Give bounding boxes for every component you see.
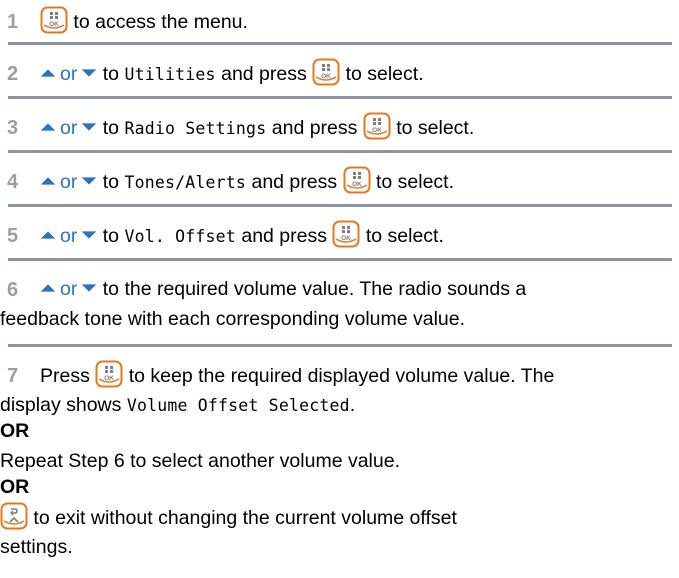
to-text: to (102, 63, 120, 85)
up-arrow-icon (40, 68, 56, 78)
display-shows-text: display shows (0, 394, 122, 416)
down-arrow-icon (81, 283, 97, 293)
step-1: 1 to access the menu. (0, 6, 679, 36)
step-text: to keep the required displayed volume va… (128, 365, 555, 387)
divider (8, 204, 672, 207)
step-number: 5 (7, 225, 19, 247)
divider (8, 96, 672, 99)
step-number: 6 (7, 279, 19, 301)
and-press-text: and press (221, 63, 307, 85)
down-arrow-icon (81, 122, 97, 132)
to-text: to (102, 117, 120, 139)
ok-button-icon (312, 58, 340, 86)
or-text: or (60, 63, 78, 85)
step-number: 1 (7, 11, 19, 33)
and-press-text: and press (241, 225, 327, 247)
step-2: 2 or to Utilities and press to select. (0, 58, 679, 88)
step-7: 7 Press to keep the required displayed v… (0, 360, 679, 575)
select-text: to select. (375, 171, 455, 193)
step-text: to access the menu. (73, 11, 248, 33)
menu-item-name: Tones/Alerts (124, 173, 247, 192)
up-arrow-icon (40, 230, 56, 240)
menu-item-name: Vol. Offset (124, 227, 236, 246)
step-4: 4 or to Tones/Alerts and press to select… (0, 166, 679, 196)
divider (8, 42, 672, 45)
period: . (349, 394, 356, 416)
or-text: or (60, 225, 78, 247)
to-text: to (102, 171, 120, 193)
or-label: OR (0, 476, 30, 498)
select-text: to select. (365, 225, 444, 247)
divider (8, 258, 672, 261)
or-text: or (60, 171, 78, 193)
step-number: 2 (7, 63, 19, 85)
menu-item-name: Utilities (124, 65, 216, 84)
divider (8, 150, 672, 153)
ok-button-icon (95, 360, 123, 388)
step-text: to the required volume value. The radio … (102, 278, 527, 300)
step-text-continued: feedback tone with each corresponding vo… (0, 308, 466, 330)
down-arrow-icon (81, 230, 97, 240)
up-arrow-icon (40, 283, 56, 293)
repeat-step-text: Repeat Step 6 to select another volume v… (0, 450, 400, 472)
exit-text-continued: settings. (0, 536, 73, 558)
and-press-text: and press (251, 171, 338, 193)
and-press-text: and press (271, 117, 358, 139)
back-home-button-icon (0, 502, 28, 530)
to-text: to (102, 225, 120, 247)
step-5: 5 or to Vol. Offset and press to select. (0, 220, 679, 250)
or-text: or (60, 117, 78, 139)
step-number: 3 (7, 117, 19, 139)
ok-button-icon (343, 166, 371, 194)
step-number: 7 (7, 365, 19, 387)
select-text: to select. (345, 63, 424, 85)
ok-button-icon (332, 220, 360, 248)
down-arrow-icon (81, 176, 97, 186)
display-message: Volume Offset Selected (126, 396, 350, 415)
exit-text: to exit without changing the current vol… (33, 507, 457, 529)
up-arrow-icon (40, 176, 56, 186)
step-number: 4 (7, 171, 19, 193)
step-3: 3 or to Radio Settings and press to sele… (0, 112, 679, 142)
press-text: Press (40, 365, 90, 387)
select-text: to select. (396, 117, 475, 139)
ok-button-icon (40, 6, 68, 34)
step-6: 6 or to the required volume value. The r… (0, 274, 679, 338)
or-label: OR (0, 420, 30, 442)
or-text: or (60, 278, 78, 300)
ok-button-icon (363, 112, 391, 140)
divider (8, 344, 672, 347)
menu-item-name: Radio Settings (124, 119, 267, 138)
down-arrow-icon (81, 68, 97, 78)
up-arrow-icon (40, 122, 56, 132)
